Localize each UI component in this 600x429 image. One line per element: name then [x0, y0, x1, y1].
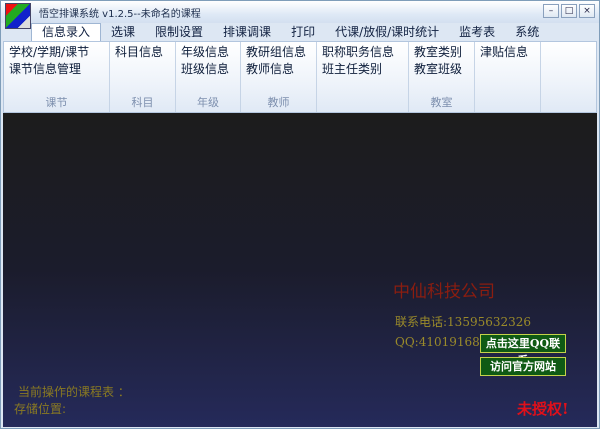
class-info-button[interactable]: 班级信息	[181, 61, 235, 78]
contact-qq: QQ:410191680	[395, 335, 488, 349]
group-teachers: 教研组信息 教师信息 教师	[241, 42, 317, 112]
group-grades: 年级信息 班级信息 年级	[176, 42, 241, 112]
close-button[interactable]: ×	[579, 4, 595, 18]
tab-info-entry[interactable]: 信息录入	[31, 23, 102, 41]
contact-phone: 联系电话:13595632326	[395, 315, 532, 329]
group-allowance: 津贴信息	[475, 42, 541, 112]
allowance-info-button[interactable]: 津贴信息	[480, 44, 535, 61]
title-bar: 悟空排课系统 v1.2.5--未命名的课程 – □ ×	[1, 1, 599, 23]
job-title-button[interactable]: 职称职务信息	[322, 44, 403, 61]
official-site-button[interactable]: 访问官方网站	[480, 357, 566, 376]
ribbon-tabs: 信息录入 选课 限制设置 排课调课 打印 代课/放假/课时统计 监考表 系统	[31, 23, 549, 41]
school-term-period-button[interactable]: 学校/学期/课节	[9, 44, 104, 61]
tab-substitution-stats[interactable]: 代课/放假/课时统计	[325, 23, 449, 41]
teacher-info-button[interactable]: 教师信息	[246, 61, 311, 78]
research-group-button[interactable]: 教研组信息	[246, 44, 311, 61]
group-classrooms: 教室类别 教室班级 教室	[409, 42, 475, 112]
group-label: 课节	[45, 96, 68, 109]
classroom-type-button[interactable]: 教室类别	[414, 44, 469, 61]
app-window: 悟空排课系统 v1.2.5--未命名的课程 – □ × 信息录入 选课 限制设置…	[0, 0, 600, 429]
group-titles: 职称职务信息 班主任类别	[317, 42, 409, 112]
current-timetable-label: 当前操作的课程表 ：	[18, 385, 130, 399]
unauthorized-label: 未授权!	[517, 400, 569, 418]
tab-exam-invigilation[interactable]: 监考表	[449, 23, 505, 41]
group-label: 科目	[131, 96, 154, 109]
head-teacher-type-button[interactable]: 班主任类别	[322, 61, 403, 78]
group-periods: 学校/学期/课节 课节信息管理 课节	[4, 42, 110, 112]
tab-course-selection[interactable]: 选课	[101, 23, 145, 41]
group-label: 教室	[430, 96, 453, 109]
tab-print[interactable]: 打印	[281, 23, 325, 41]
group-subjects: 科目信息 科目	[110, 42, 176, 112]
minimize-button[interactable]: –	[543, 4, 559, 18]
classroom-class-button[interactable]: 教室班级	[414, 61, 469, 78]
grade-info-button[interactable]: 年级信息	[181, 44, 235, 61]
tab-constraints[interactable]: 限制设置	[145, 23, 213, 41]
window-controls: – □ ×	[543, 4, 595, 18]
period-info-button[interactable]: 课节信息管理	[9, 61, 104, 78]
app-logo-icon[interactable]	[5, 3, 31, 29]
tab-scheduling[interactable]: 排课调课	[213, 23, 281, 41]
company-name: 中仙科技公司	[393, 282, 495, 302]
tab-system[interactable]: 系统	[505, 23, 549, 41]
window-title: 悟空排课系统 v1.2.5--未命名的课程	[39, 9, 201, 20]
main-workspace	[3, 113, 597, 427]
maximize-button[interactable]: □	[561, 4, 577, 18]
qq-contact-button[interactable]: 点击这里QQ联系	[480, 334, 566, 367]
group-label: 教师	[267, 96, 290, 109]
subject-info-button[interactable]: 科目信息	[115, 44, 170, 61]
group-label: 年级	[197, 96, 219, 109]
storage-location-label: 存储位置:	[14, 402, 67, 416]
ribbon-panel: 学校/学期/课节 课节信息管理 课节 科目信息 科目 年级信息 班级信息 年级 …	[3, 41, 597, 113]
